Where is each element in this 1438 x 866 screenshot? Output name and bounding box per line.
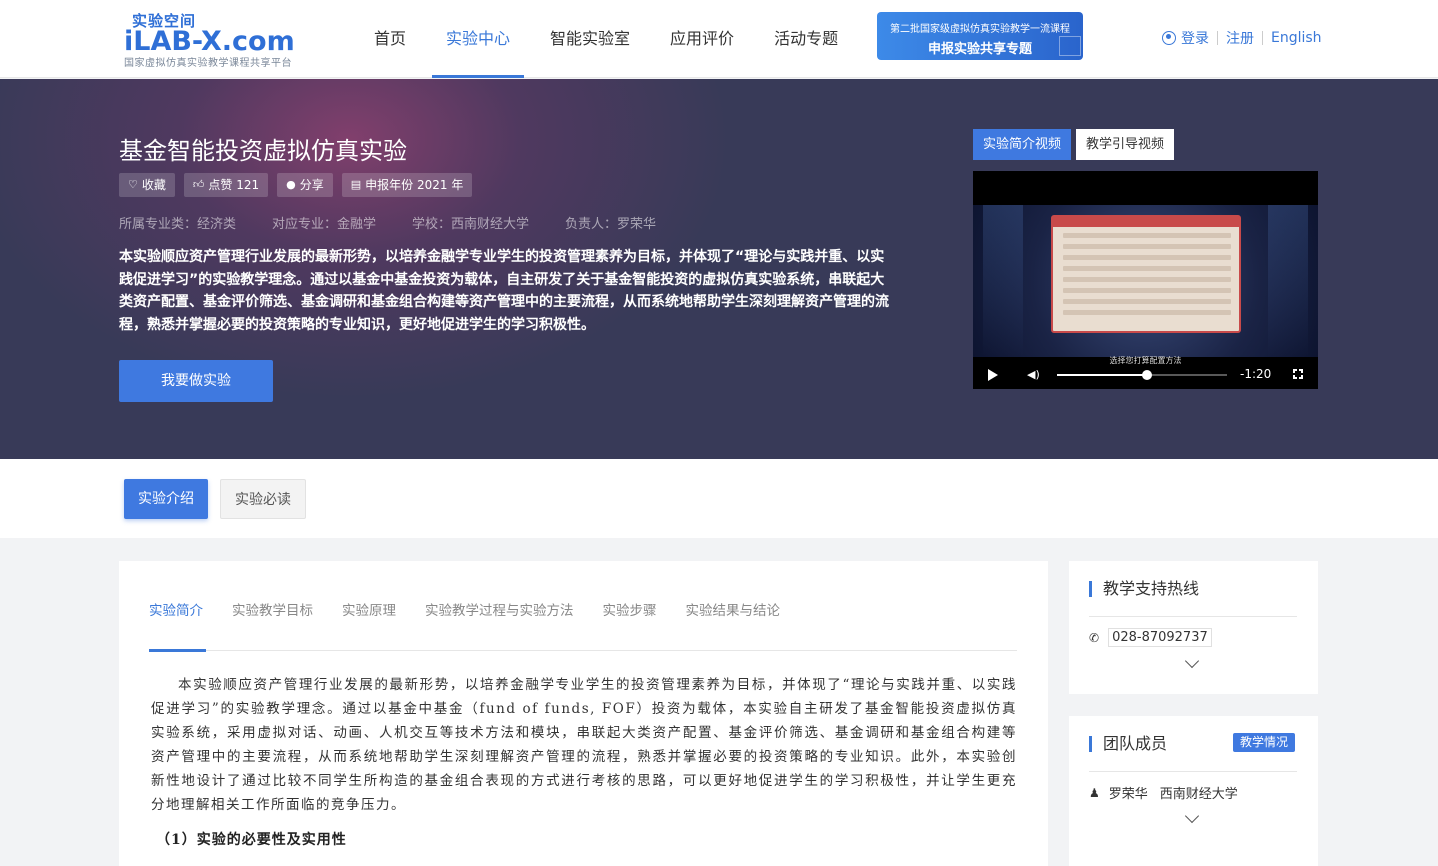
language-link[interactable]: English (1271, 30, 1322, 46)
action-chips: ♡ 收藏 👍︎ 点赞 121 ● 分享 ▤ 申报年份 2021 年 (119, 173, 481, 197)
nav-item-smart-lab[interactable]: 智能实验室 (536, 0, 644, 78)
nav-item-home[interactable]: 首页 (360, 0, 420, 78)
section-tabs-bar: 实验介绍 实验必读 (0, 459, 1438, 538)
section-subheading: （1）实验的必要性及实用性 (156, 832, 347, 848)
person-icon: ♟ (1089, 785, 1100, 800)
tab-process-method[interactable]: 实验教学过程与实验方法 (425, 599, 574, 619)
video-progress-knob[interactable] (1142, 370, 1153, 380)
tab-principle[interactable]: 实验原理 (342, 599, 396, 619)
auth-links: 登录 注册 English (1162, 28, 1322, 48)
tab-results[interactable]: 实验结果与结论 (686, 599, 781, 619)
heart-icon: ♡ (128, 178, 138, 191)
video-progress-fill (1057, 374, 1148, 376)
experiment-meta: 所属专业类：经济类 对应专业：金融学 学校：西南财经大学 负责人：罗荣华 (119, 213, 692, 232)
meta-owner: 负责人：罗荣华 (565, 217, 657, 232)
start-experiment-button[interactable]: 我要做实验 (119, 360, 273, 402)
meta-major: 对应专业：金融学 (272, 217, 377, 232)
chat-bubble-icon: ● (286, 178, 296, 191)
fullscreen-icon[interactable] (1292, 368, 1304, 380)
tab-teaching-goals[interactable]: 实验教学目标 (232, 599, 313, 619)
site-logo[interactable]: 实验空间 iLAB-X.com 国家虚拟仿真实验教学课程共享平台 (124, 10, 324, 70)
tab-experiment-intro[interactable]: 实验介绍 (124, 479, 208, 519)
like-label: 点赞 121 (208, 178, 260, 192)
phone-icon: ✆ (1089, 630, 1100, 645)
meta-category: 所属专业类：经济类 (119, 217, 237, 232)
video-progress-bar[interactable] (1057, 370, 1227, 380)
play-icon[interactable] (988, 369, 998, 381)
video-player[interactable]: 选择您打算配置方法 ◀) -1:20 (973, 171, 1318, 389)
phone-number: 028-87092737 (1108, 628, 1212, 647)
site-header: 实验空间 iLAB-X.com 国家虚拟仿真实验教学课程共享平台 首页 实验中心… (0, 0, 1438, 78)
user-icon (1162, 31, 1176, 45)
login-link[interactable]: 登录 (1181, 28, 1209, 48)
content-tabs: 实验简介 实验教学目标 实验原理 实验教学过程与实验方法 实验步骤 实验结果与结… (149, 599, 809, 619)
page-title: 基金智能投资虚拟仿真实验 (119, 137, 407, 165)
tab-must-read[interactable]: 实验必读 (220, 479, 306, 519)
nav-item-evaluation[interactable]: 应用评价 (656, 0, 748, 78)
card-divider (1089, 771, 1297, 772)
thumbs-up-icon: 👍︎ (192, 178, 205, 191)
video-frame-deco (1268, 205, 1308, 357)
hotline-title: 教学支持热线 (1089, 581, 1199, 597)
promo-line2: 申报实验共享专题 (927, 42, 1032, 57)
member-row: ♟ 罗荣华 西南财经大学 (1089, 783, 1238, 803)
video-controls: ◀) -1:20 (973, 361, 1318, 389)
video-time: -1:20 (1240, 367, 1272, 381)
team-title: 团队成员 (1089, 736, 1167, 752)
tab-intro-video[interactable]: 实验简介视频 (973, 129, 1072, 160)
video-tabs: 实验简介视频 教学引导视频 (973, 129, 1179, 160)
content-card: 实验简介 实验教学目标 实验原理 实验教学过程与实验方法 实验步骤 实验结果与结… (119, 561, 1048, 866)
chevron-down-icon[interactable] (1184, 653, 1200, 669)
hotline-card: 教学支持热线 ✆ 028-87092737 (1069, 561, 1318, 694)
share-chip[interactable]: ● 分享 (277, 173, 333, 197)
nav-item-events[interactable]: 活动专题 (760, 0, 852, 78)
logo-wordmark: iLAB-X.com (124, 26, 295, 57)
hero-section: 基金智能投资虚拟仿真实验 ♡ 收藏 👍︎ 点赞 121 ● 分享 ▤ 申报年份 … (0, 79, 1438, 459)
card-divider (1089, 616, 1297, 617)
video-frame-deco (983, 205, 1023, 357)
meta-school: 学校：西南财经大学 (412, 217, 530, 232)
tabs-divider (149, 650, 1017, 651)
member-name: 罗荣华 (1108, 787, 1148, 802)
logo-tagline: 国家虚拟仿真实验教学课程共享平台 (124, 58, 292, 69)
favorite-label: 收藏 (141, 178, 166, 192)
year-chip: ▤ 申报年份 2021 年 (341, 173, 473, 197)
register-link[interactable]: 注册 (1226, 28, 1254, 48)
promo-banner[interactable]: 第二批国家级虚拟仿真实验教学一流课程 申报实验共享专题 (877, 12, 1083, 60)
video-scene-panel (1051, 215, 1241, 333)
like-chip[interactable]: 👍︎ 点赞 121 (183, 173, 269, 197)
nav-item-lab-center[interactable]: 实验中心 (432, 0, 525, 78)
favorite-chip[interactable]: ♡ 收藏 (119, 173, 175, 197)
active-tab-indicator (149, 649, 206, 652)
intro-paragraph: 本实验顺应资产管理行业发展的最新形势，以培养金融学专业学生的投资管理素养为目标，… (151, 677, 1017, 813)
member-school: 西南财经大学 (1159, 787, 1238, 802)
calendar-icon: ▤ (350, 178, 362, 191)
auth-divider (1262, 31, 1263, 45)
phone-row: ✆ 028-87092737 (1089, 628, 1212, 647)
team-card: 团队成员 教学情况 ♟ 罗荣华 西南财经大学 (1069, 716, 1318, 866)
volume-icon[interactable]: ◀) (1027, 369, 1040, 381)
promo-decoration (1059, 36, 1081, 56)
tab-guide-video[interactable]: 教学引导视频 (1076, 129, 1175, 160)
hero-description: 本实验顺应资产管理行业发展的最新形势，以培养金融学专业学生的投资管理素养为目标，… (119, 249, 889, 333)
promo-line1: 第二批国家级虚拟仿真实验教学一流课程 (890, 24, 1070, 35)
year-label: 申报年份 2021 年 (365, 178, 464, 192)
tab-summary[interactable]: 实验简介 (149, 599, 203, 619)
teaching-status-badge[interactable]: 教学情况 (1233, 733, 1296, 752)
auth-divider (1217, 31, 1218, 45)
chevron-down-icon[interactable] (1184, 808, 1200, 824)
share-label: 分享 (299, 178, 324, 192)
video-frame (973, 205, 1318, 357)
tab-steps[interactable]: 实验步骤 (603, 599, 657, 619)
main-nav: 首页 实验中心 智能实验室 应用评价 活动专题 (360, 0, 864, 78)
